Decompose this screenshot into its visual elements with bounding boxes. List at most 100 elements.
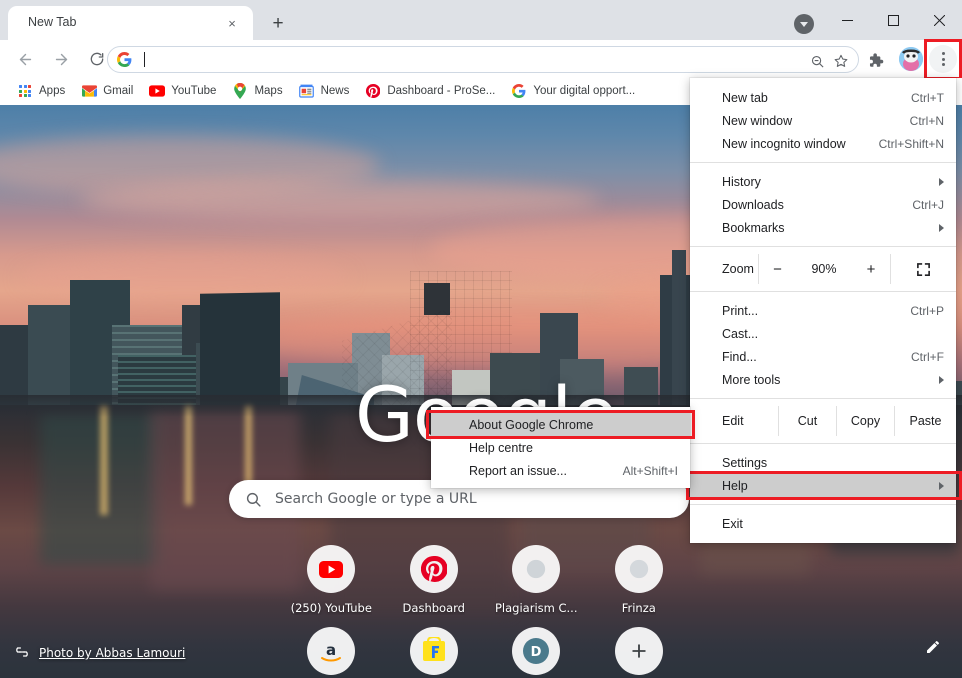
bookmark-label: News xyxy=(321,85,350,97)
bookmark-label: Dashboard - ProSe... xyxy=(387,85,495,97)
arrow-right-icon xyxy=(53,51,70,68)
bookmark-label: Your digital opport... xyxy=(533,85,635,97)
profile-chip-caret-icon[interactable] xyxy=(794,14,814,34)
bookmark-apps[interactable]: Apps xyxy=(10,80,72,102)
star-icon xyxy=(833,53,849,69)
menu-item-bookmarks[interactable]: Bookmarks xyxy=(690,216,956,239)
menu-item-new-tab[interactable]: New tab Ctrl+T xyxy=(690,86,956,109)
maximize-button[interactable] xyxy=(870,0,916,40)
zoom-out-button[interactable]: − xyxy=(758,254,796,284)
generic-site-icon xyxy=(615,545,663,593)
bookmark-label: YouTube xyxy=(171,85,216,97)
shortcut-online-shopping[interactable]: Online Shopp... xyxy=(383,627,486,678)
ntp-shortcuts-grid: (250) YouTube Dashboard Plagiarism C... … xyxy=(280,545,690,678)
submenu-item-report-an-issue[interactable]: Report an issue... Alt+Shift+I xyxy=(431,459,690,482)
plus-icon xyxy=(615,627,663,675)
bookmark-news[interactable]: News xyxy=(292,80,357,102)
tab-strip: New Tab × + xyxy=(0,0,962,40)
ntp-search-placeholder: Search Google or type a URL xyxy=(275,491,477,507)
cut-button[interactable]: Cut xyxy=(778,406,836,436)
bookmark-your-digital-opport[interactable]: Your digital opport... xyxy=(504,80,642,102)
light-reflection xyxy=(100,405,108,515)
bookmark-maps[interactable]: Maps xyxy=(225,80,289,102)
submenu-item-about-google-chrome[interactable]: About Google Chrome xyxy=(431,413,690,436)
menu-item-new-window[interactable]: New window Ctrl+N xyxy=(690,109,956,132)
new-tab-button[interactable]: + xyxy=(265,10,291,36)
paste-button[interactable]: Paste xyxy=(894,406,956,436)
chevron-right-icon xyxy=(939,224,944,232)
shortcut-digillence[interactable]: D Digillence xyxy=(485,627,588,678)
menu-separator xyxy=(690,398,956,399)
photo-attribution[interactable]: Photo by Abbas Lamouri xyxy=(14,646,185,660)
menu-item-find[interactable]: Find... Ctrl+F xyxy=(690,345,956,368)
menu-item-accel: Ctrl+P xyxy=(910,304,944,318)
google-g-icon xyxy=(511,83,527,99)
bookmark-youtube[interactable]: YouTube xyxy=(142,80,223,102)
shortcut-youtube[interactable]: (250) YouTube xyxy=(280,545,383,615)
maps-pin-icon xyxy=(232,83,248,99)
menu-item-label: Help xyxy=(722,479,931,493)
chevron-down-icon xyxy=(800,22,808,27)
menu-item-help[interactable]: Help xyxy=(690,474,956,497)
menu-item-exit[interactable]: Exit xyxy=(690,512,956,535)
menu-item-label: New window xyxy=(722,114,910,128)
menu-item-label: New incognito window xyxy=(722,137,879,151)
submenu-item-help-centre[interactable]: Help centre xyxy=(431,436,690,459)
shortcut-plagiarism-c[interactable]: Plagiarism C... xyxy=(485,545,588,615)
menu-item-label: Find... xyxy=(722,350,911,364)
menu-item-label: Cast... xyxy=(722,327,944,341)
tab-close-icon[interactable]: × xyxy=(223,14,241,32)
submenu-item-accel: Alt+Shift+I xyxy=(623,464,678,478)
profile-avatar[interactable] xyxy=(899,47,923,71)
gmail-icon xyxy=(81,83,97,99)
forward-button[interactable] xyxy=(46,44,76,74)
shortcut-amazon-in[interactable]: a Amazon.in xyxy=(280,627,383,678)
menu-zoom-row: Zoom − 90% + xyxy=(690,254,956,284)
chevron-right-icon xyxy=(939,482,944,490)
zoom-in-button[interactable]: + xyxy=(852,254,890,284)
bookmark-dashboard-prose[interactable]: Dashboard - ProSe... xyxy=(358,80,502,102)
reload-icon xyxy=(89,51,105,67)
menu-item-cast[interactable]: Cast... xyxy=(690,322,956,345)
bookmark-star-icon[interactable] xyxy=(830,50,852,72)
menu-item-label: More tools xyxy=(722,373,931,387)
customise-page-button[interactable] xyxy=(918,632,948,662)
menu-dot xyxy=(942,58,945,61)
menu-item-history[interactable]: History xyxy=(690,170,956,193)
menu-separator xyxy=(690,443,956,444)
omnibox-text-caret xyxy=(144,52,145,67)
browser-tab[interactable]: New Tab × xyxy=(8,6,253,40)
copy-button[interactable]: Copy xyxy=(836,406,894,436)
apps-grid-icon xyxy=(17,83,33,99)
zoom-label: Zoom xyxy=(690,254,758,284)
menu-item-settings[interactable]: Settings xyxy=(690,451,956,474)
menu-item-more-tools[interactable]: More tools xyxy=(690,368,956,391)
shortcut-label: Dashboard xyxy=(403,601,465,615)
shortcut-dashboard[interactable]: Dashboard xyxy=(383,545,486,615)
menu-item-label: Print... xyxy=(722,304,910,318)
chrome-menu-button[interactable] xyxy=(929,45,957,73)
menu-item-print[interactable]: Print... Ctrl+P xyxy=(690,299,956,322)
window-controls xyxy=(824,0,962,40)
extensions-button[interactable] xyxy=(864,49,886,71)
shortcut-add[interactable]: Add shortcut xyxy=(588,627,691,678)
menu-item-label: Bookmarks xyxy=(722,221,931,235)
back-button[interactable] xyxy=(10,44,40,74)
menu-item-accel: Ctrl+F xyxy=(911,350,944,364)
fullscreen-button[interactable] xyxy=(890,254,956,284)
minimize-button[interactable] xyxy=(824,0,870,40)
menu-item-new-incognito-window[interactable]: New incognito window Ctrl+Shift+N xyxy=(690,132,956,155)
chevron-right-icon xyxy=(939,178,944,186)
shortcut-frinza[interactable]: Frinza xyxy=(588,545,691,615)
close-window-button[interactable] xyxy=(916,0,962,40)
omnibox[interactable] xyxy=(107,46,859,73)
bookmark-gmail[interactable]: Gmail xyxy=(74,80,140,102)
close-icon xyxy=(934,15,945,26)
shortcut-label: Plagiarism C... xyxy=(495,601,578,615)
svg-text:a: a xyxy=(326,641,336,659)
menu-item-downloads[interactable]: Downloads Ctrl+J xyxy=(690,193,956,216)
edit-label: Edit xyxy=(690,406,778,436)
cloud-streak xyxy=(80,180,600,220)
zoom-out-icon[interactable] xyxy=(806,50,828,72)
menu-separator xyxy=(690,291,956,292)
